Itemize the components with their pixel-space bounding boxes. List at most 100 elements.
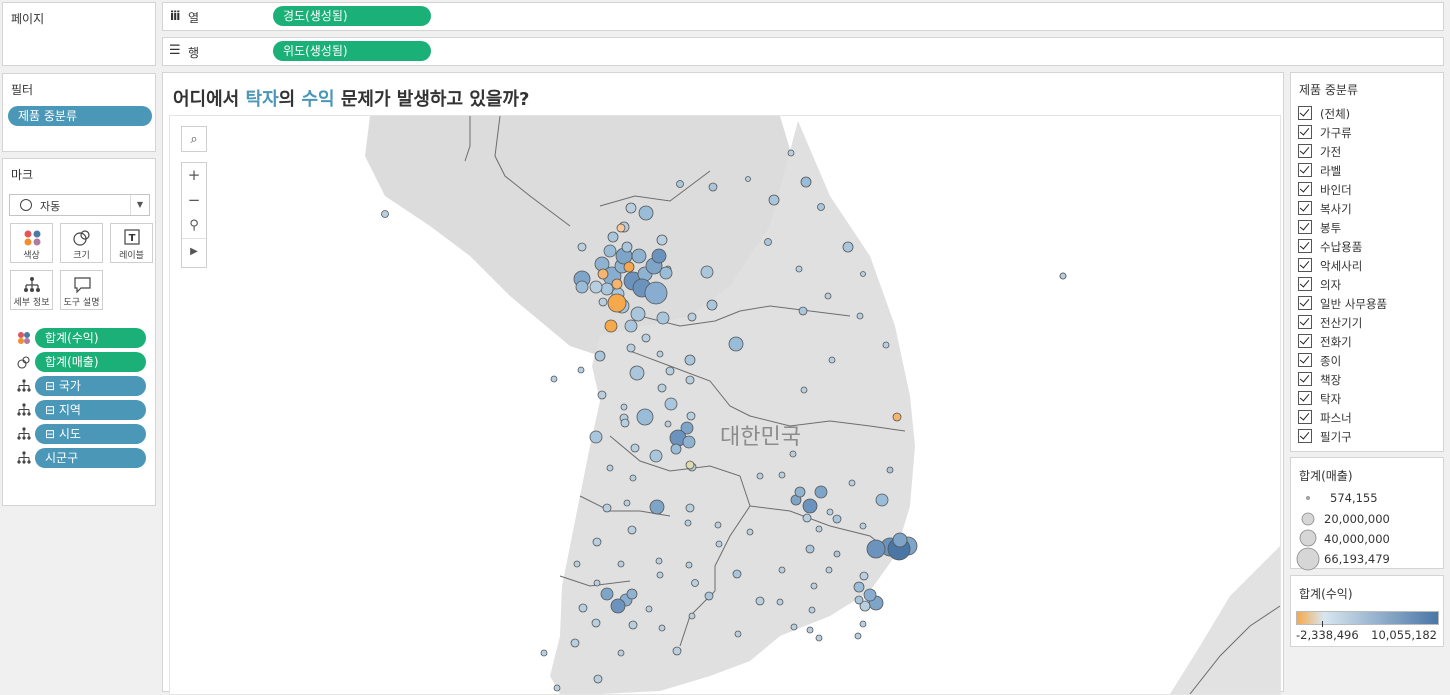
- checkbox-icon[interactable]: [1298, 315, 1312, 329]
- columns-pill-longitude[interactable]: 경도(생성됨): [273, 6, 431, 26]
- checkbox-icon[interactable]: [1298, 391, 1312, 405]
- title-highlight-table: 탁자: [245, 89, 279, 110]
- map-country-label: 대한민국: [720, 425, 801, 450]
- field-pill-sales[interactable]: 합계(매출): [35, 352, 146, 372]
- checkbox-icon[interactable]: [1298, 353, 1312, 367]
- map-mark: [603, 244, 617, 258]
- map-mark: [624, 319, 638, 333]
- map-mark: [381, 210, 389, 218]
- checkbox-item[interactable]: 복사기: [1298, 200, 1352, 218]
- color-legend: 합계(수익) -2,338,496 10,055,182: [1290, 575, 1444, 647]
- map-mark: [659, 266, 673, 280]
- map-mark: [700, 265, 714, 279]
- checkbox-icon[interactable]: [1298, 372, 1312, 386]
- checkbox-item[interactable]: 전화기: [1298, 333, 1352, 351]
- map-mark: [715, 540, 723, 548]
- checkbox-icon[interactable]: [1298, 201, 1312, 215]
- mark-type-value: 자동: [40, 200, 61, 213]
- checkbox-icon[interactable]: [1298, 296, 1312, 310]
- map-mark: [592, 537, 602, 547]
- checkbox-icon[interactable]: [1298, 429, 1312, 443]
- tooltip-mark-button[interactable]: 도구 설명: [60, 270, 103, 310]
- filters-title: 필터: [11, 83, 34, 97]
- checkbox-item[interactable]: 책장: [1298, 371, 1341, 389]
- pages-title: 페이지: [11, 12, 45, 26]
- map-mark: [664, 420, 672, 428]
- field-pill-province[interactable]: ⊟ 시도: [35, 424, 146, 444]
- map-mark: [550, 375, 558, 383]
- map-mark: [828, 356, 836, 364]
- map-mark: [649, 499, 665, 515]
- map-mark: [616, 223, 626, 233]
- checkbox-icon[interactable]: [1298, 144, 1312, 158]
- checkbox-icon[interactable]: [1298, 125, 1312, 139]
- field-pill-profit[interactable]: 합계(수익): [35, 328, 146, 348]
- search-icon[interactable]: ⌕: [182, 127, 206, 152]
- map-mark: [892, 532, 908, 548]
- map-mark: [607, 293, 627, 313]
- rows-pill-latitude[interactable]: 위도(생성됨): [273, 41, 431, 61]
- expand-toolbar-icon[interactable]: ▶: [182, 238, 206, 264]
- checkbox-icon[interactable]: [1298, 410, 1312, 424]
- filter-pill-category[interactable]: 제품 중분류: [8, 106, 152, 126]
- rows-shelf: ☰ 행 위도(생성됨): [162, 37, 1444, 66]
- map-mark: [656, 571, 664, 579]
- zoom-out-button[interactable]: −: [182, 188, 206, 213]
- checkbox-item[interactable]: 가구류: [1298, 124, 1352, 142]
- mark-type-dropdown[interactable]: 자동 ▼: [9, 194, 150, 216]
- map-mark: [575, 280, 589, 294]
- field-pill-district[interactable]: 시군구: [35, 448, 146, 468]
- color-mark-button[interactable]: 색상: [10, 223, 53, 263]
- size-field-icon: [17, 356, 30, 369]
- checkbox-label: 바인더: [1320, 183, 1352, 197]
- size-legend-entry: 574,155: [1330, 491, 1378, 505]
- checkbox-item[interactable]: 수납용품: [1298, 238, 1362, 256]
- checkbox-item[interactable]: 의자: [1298, 276, 1341, 294]
- checkbox-item[interactable]: 봉투: [1298, 219, 1341, 237]
- checkbox-item[interactable]: 탁자: [1298, 390, 1341, 408]
- map-mark: [636, 408, 654, 426]
- map-mark: [776, 598, 784, 606]
- checkbox-icon[interactable]: [1298, 258, 1312, 272]
- field-pill-country[interactable]: ⊟ 국가: [35, 376, 146, 396]
- checkbox-item[interactable]: 필기구: [1298, 428, 1352, 446]
- map-mark: [651, 248, 667, 264]
- map-mark: [623, 499, 631, 507]
- checkbox-icon[interactable]: [1298, 277, 1312, 291]
- checkbox-icon[interactable]: [1298, 239, 1312, 253]
- map-mark: [684, 354, 696, 366]
- map-mark: [656, 311, 670, 325]
- detail-mark-button[interactable]: 세부 정보: [10, 270, 53, 310]
- checkbox-all[interactable]: (전체): [1298, 105, 1350, 123]
- search-tool[interactable]: ⌕: [181, 126, 207, 152]
- map-mark: [805, 544, 815, 554]
- checkbox-label: 전화기: [1320, 335, 1352, 349]
- map-mark: [886, 466, 894, 474]
- map-mark: [656, 234, 668, 246]
- zoom-in-button[interactable]: +: [182, 163, 206, 188]
- map-mark: [866, 539, 886, 559]
- korea-map[interactable]: 대한민국: [170, 116, 1280, 694]
- checkbox-icon[interactable]: [1298, 106, 1312, 120]
- pin-icon[interactable]: ⚲: [182, 213, 206, 238]
- checkbox-icon[interactable]: [1298, 220, 1312, 234]
- field-pill-region[interactable]: ⊟ 지역: [35, 400, 146, 420]
- marks-panel: 마크 자동 ▼ 색상 크기 T 레이블 세부 정보 도구 설명 합계(수익) 합…: [2, 158, 156, 506]
- map-area[interactable]: 대한민국 ⌕ + − ⚲ ▶: [169, 115, 1281, 695]
- checkbox-item[interactable]: 전산기기: [1298, 314, 1362, 332]
- size-mark-button[interactable]: 크기: [60, 223, 103, 263]
- checkbox-item[interactable]: 바인더: [1298, 181, 1352, 199]
- checkbox-label: 가구류: [1320, 126, 1352, 140]
- checkbox-item[interactable]: 파스너: [1298, 409, 1352, 427]
- checkbox-item[interactable]: 일반 사무용품: [1298, 295, 1387, 313]
- checkbox-item[interactable]: 라벨: [1298, 162, 1341, 180]
- checkbox-icon[interactable]: [1298, 163, 1312, 177]
- checkbox-item[interactable]: 악세사리: [1298, 257, 1362, 275]
- map-mark: [688, 612, 696, 620]
- checkbox-icon[interactable]: [1298, 334, 1312, 348]
- size-legend-entry: 20,000,000: [1324, 512, 1390, 526]
- checkbox-item[interactable]: 종이: [1298, 352, 1341, 370]
- checkbox-item[interactable]: 가전: [1298, 143, 1341, 161]
- checkbox-icon[interactable]: [1298, 182, 1312, 196]
- label-mark-button[interactable]: T 레이블: [110, 223, 153, 263]
